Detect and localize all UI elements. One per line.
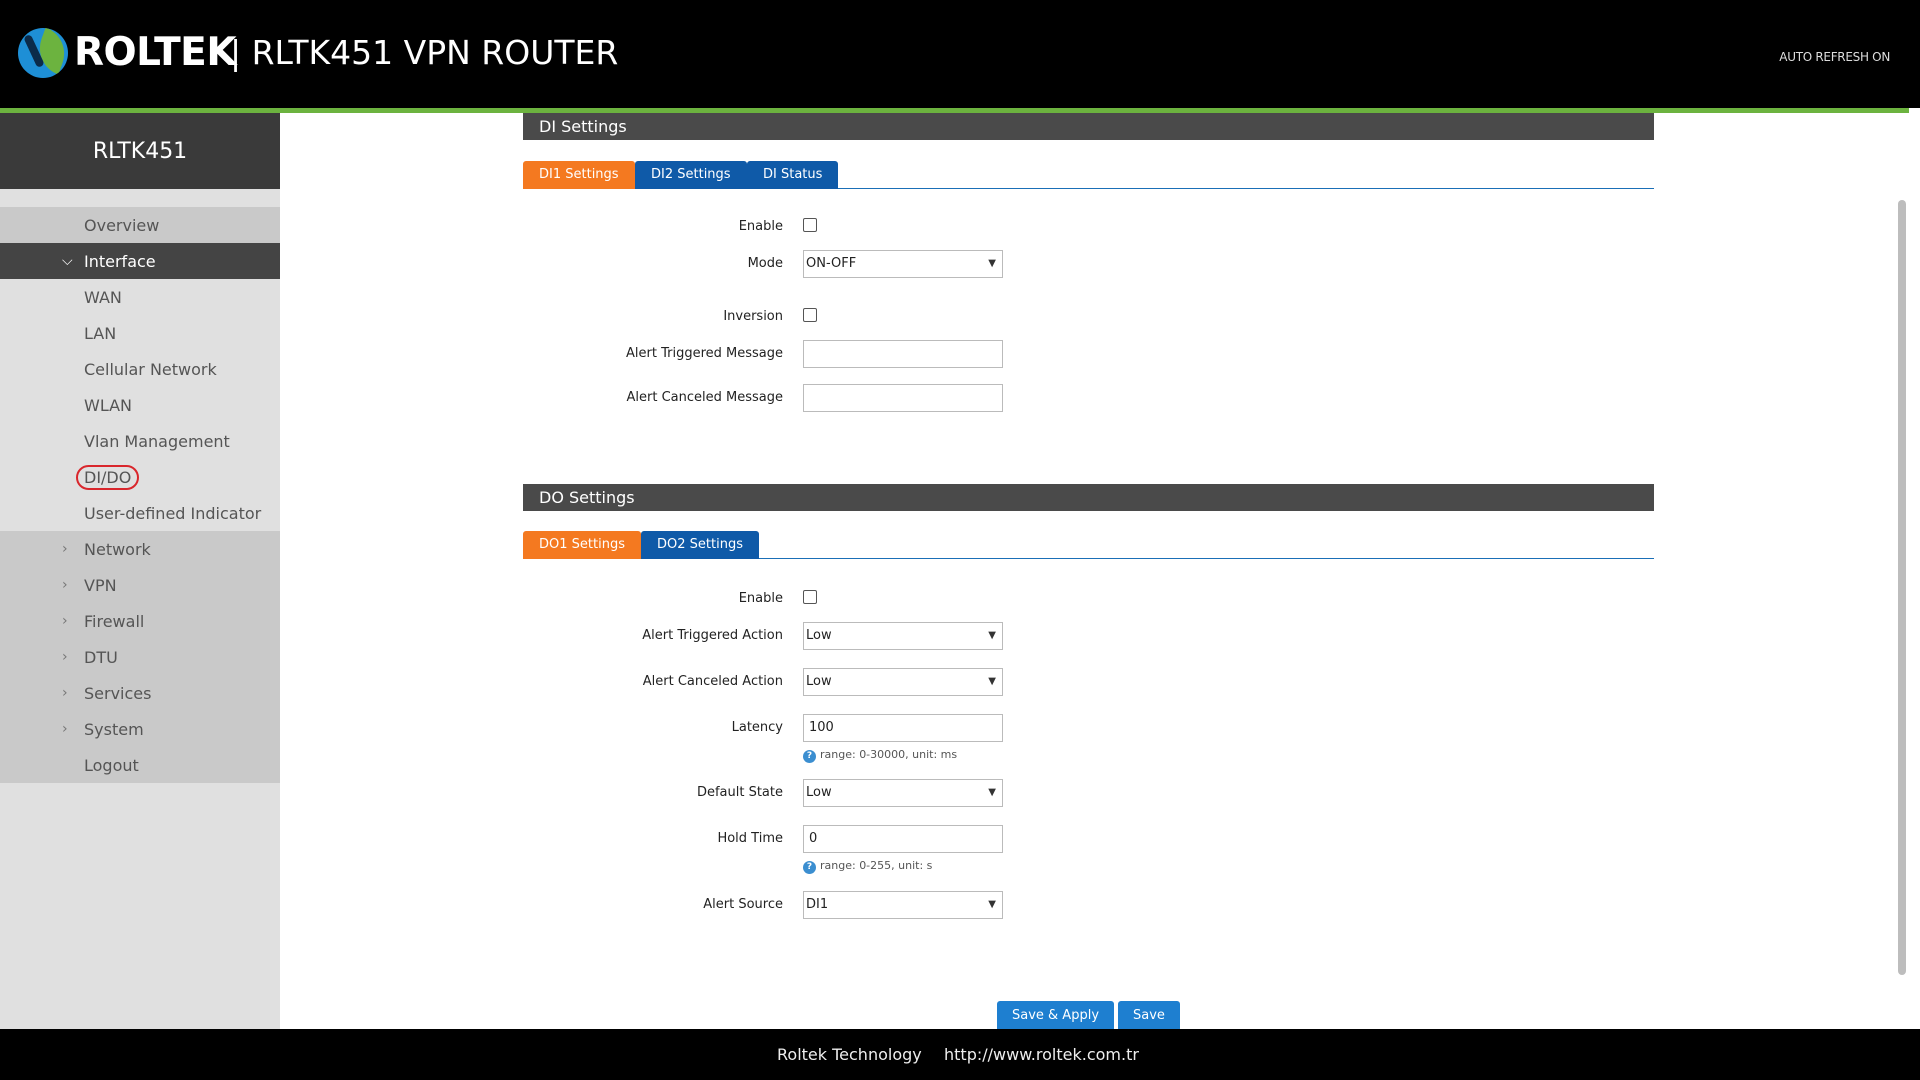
do-enable-row: Enable xyxy=(523,585,1023,615)
help-icon: ? xyxy=(803,861,816,874)
do-hold-time-input[interactable]: 0 xyxy=(803,825,1003,853)
sidebar-item-vlan-management[interactable]: Vlan Management xyxy=(0,423,280,459)
sidebar-item-logout[interactable]: Logout xyxy=(0,747,280,783)
chevron-right-icon: › xyxy=(62,685,68,701)
di-enable-label: Enable xyxy=(738,219,783,234)
do-hold-time-label: Hold Time xyxy=(717,831,783,846)
chevron-right-icon: › xyxy=(62,721,68,737)
footer-url-link[interactable]: http://www.roltek.com.tr xyxy=(944,1045,1139,1064)
do-enable-label: Enable xyxy=(738,591,783,606)
page-scrollbar[interactable] xyxy=(1898,200,1906,975)
di-inversion-label: Inversion xyxy=(723,309,783,324)
help-icon: ? xyxy=(803,750,816,763)
sidebar-item-interface[interactable]: ⌵ Interface xyxy=(0,243,280,279)
di-mode-label: Mode xyxy=(747,256,783,271)
do-alert-source-label: Alert Source xyxy=(703,897,783,912)
di-alert-triggered-msg-row: Alert Triggered Message xyxy=(523,340,1023,370)
chevron-right-icon: › xyxy=(62,649,68,665)
do-alert-source-select[interactable]: DI1 ▼ xyxy=(803,891,1003,919)
chevron-right-icon: › xyxy=(62,577,68,593)
main-content: DI Settings DI1 Settings DI2 Settings DI… xyxy=(280,113,1910,1029)
di-inversion-row: Inversion xyxy=(523,303,1023,333)
tab-di1-settings[interactable]: DI1 Settings xyxy=(523,161,635,189)
chevron-down-icon: ⌵ xyxy=(62,253,73,269)
product-title: | RLTK451 VPN ROUTER xyxy=(230,33,619,72)
do-alert-triggered-action-select[interactable]: Low ▼ xyxy=(803,622,1003,650)
app-header: ROLTEK | RLTK451 VPN ROUTER AUTO REFRESH… xyxy=(0,0,1920,113)
sidebar-item-system[interactable]: › System xyxy=(0,711,280,747)
do-alert-canceled-action-row: Alert Canceled Action Low ▼ xyxy=(523,668,1023,698)
do-alert-canceled-action-label: Alert Canceled Action xyxy=(642,674,783,689)
sidebar: RLTK451 Overview ⌵ Interface WAN LAN Cell… xyxy=(0,113,280,1029)
sidebar-item-overview[interactable]: Overview xyxy=(0,207,280,243)
tab-do2-settings[interactable]: DO2 Settings xyxy=(641,531,759,559)
save-button[interactable]: Save xyxy=(1118,1001,1180,1031)
sidebar-item-user-defined-indicator[interactable]: User-defined Indicator xyxy=(0,495,280,531)
sidebar-item-wlan[interactable]: WLAN xyxy=(0,387,280,423)
sidebar-item-dido[interactable]: DI/DO xyxy=(0,459,280,495)
di-inversion-checkbox[interactable] xyxy=(803,308,817,322)
di-tabs: DI1 Settings DI2 Settings DI Status xyxy=(523,161,1654,189)
do-latency-hint: ? range: 0-30000, unit: ms xyxy=(803,748,957,763)
tab-di-status[interactable]: DI Status xyxy=(747,161,839,189)
device-name: RLTK451 xyxy=(0,113,280,189)
roltek-logo-icon xyxy=(18,28,68,78)
di-alert-canceled-msg-row: Alert Canceled Message xyxy=(523,384,1023,414)
chevron-down-icon: ▼ xyxy=(988,676,996,687)
do-alert-source-row: Alert Source DI1 ▼ xyxy=(523,891,1023,921)
di-enable-checkbox[interactable] xyxy=(803,218,817,232)
sidebar-item-network[interactable]: › Network xyxy=(0,531,280,567)
do-alert-triggered-action-label: Alert Triggered Action xyxy=(642,628,783,643)
sidebar-item-vpn[interactable]: › VPN xyxy=(0,567,280,603)
sidebar-item-dtu[interactable]: › DTU xyxy=(0,639,280,675)
di-alert-triggered-msg-label: Alert Triggered Message xyxy=(626,346,783,361)
di-alert-canceled-msg-label: Alert Canceled Message xyxy=(626,390,783,405)
sidebar-item-cellular-network[interactable]: Cellular Network xyxy=(0,351,280,387)
do-default-state-label: Default State xyxy=(696,785,783,800)
do-settings-header: DO Settings xyxy=(523,484,1654,511)
do-enable-checkbox[interactable] xyxy=(803,590,817,604)
di-alert-triggered-msg-input[interactable] xyxy=(803,340,1003,368)
auto-refresh-toggle[interactable]: AUTO REFRESH ON xyxy=(1779,50,1890,64)
do-alert-triggered-action-row: Alert Triggered Action Low ▼ xyxy=(523,622,1023,652)
do-latency-label: Latency xyxy=(731,720,783,735)
do-default-state-row: Default State Low ▼ xyxy=(523,779,1023,809)
di-mode-row: Mode ON-OFF ▼ xyxy=(523,250,1023,280)
sidebar-item-firewall[interactable]: › Firewall xyxy=(0,603,280,639)
sidebar-menu: Overview ⌵ Interface WAN LAN Cellular Net… xyxy=(0,207,280,783)
di-enable-row: Enable xyxy=(523,213,1023,243)
brand-name: ROLTEK xyxy=(74,30,237,75)
sidebar-item-services[interactable]: › Services xyxy=(0,675,280,711)
chevron-down-icon: ▼ xyxy=(988,630,996,641)
do-default-state-select[interactable]: Low ▼ xyxy=(803,779,1003,807)
chevron-right-icon: › xyxy=(62,541,68,557)
chevron-down-icon: ▼ xyxy=(988,899,996,910)
do-tabs: DO1 Settings DO2 Settings xyxy=(523,531,1654,559)
save-apply-button[interactable]: Save & Apply xyxy=(997,1001,1115,1031)
chevron-down-icon: ▼ xyxy=(988,787,996,798)
tab-do1-settings[interactable]: DO1 Settings xyxy=(523,531,641,559)
sidebar-item-lan[interactable]: LAN xyxy=(0,315,280,351)
app-footer: Roltek Technology http://www.roltek.com.… xyxy=(0,1029,1920,1080)
di-alert-canceled-msg-input[interactable] xyxy=(803,384,1003,412)
chevron-down-icon: ▼ xyxy=(988,258,996,269)
do-alert-canceled-action-select[interactable]: Low ▼ xyxy=(803,668,1003,696)
do-hold-time-hint: ? range: 0-255, unit: s xyxy=(803,859,932,874)
di-settings-header: DI Settings xyxy=(523,113,1654,140)
sidebar-item-wan[interactable]: WAN xyxy=(0,279,280,315)
do-latency-row: Latency 100 ? range: 0-30000, unit: ms xyxy=(523,714,1023,774)
tab-di2-settings[interactable]: DI2 Settings xyxy=(635,161,747,189)
di-mode-select[interactable]: ON-OFF ▼ xyxy=(803,250,1003,278)
do-latency-input[interactable]: 100 xyxy=(803,714,1003,742)
chevron-right-icon: › xyxy=(62,613,68,629)
footer-company: Roltek Technology xyxy=(777,1045,922,1064)
do-hold-time-row: Hold Time 0 ? range: 0-255, unit: s xyxy=(523,825,1023,885)
